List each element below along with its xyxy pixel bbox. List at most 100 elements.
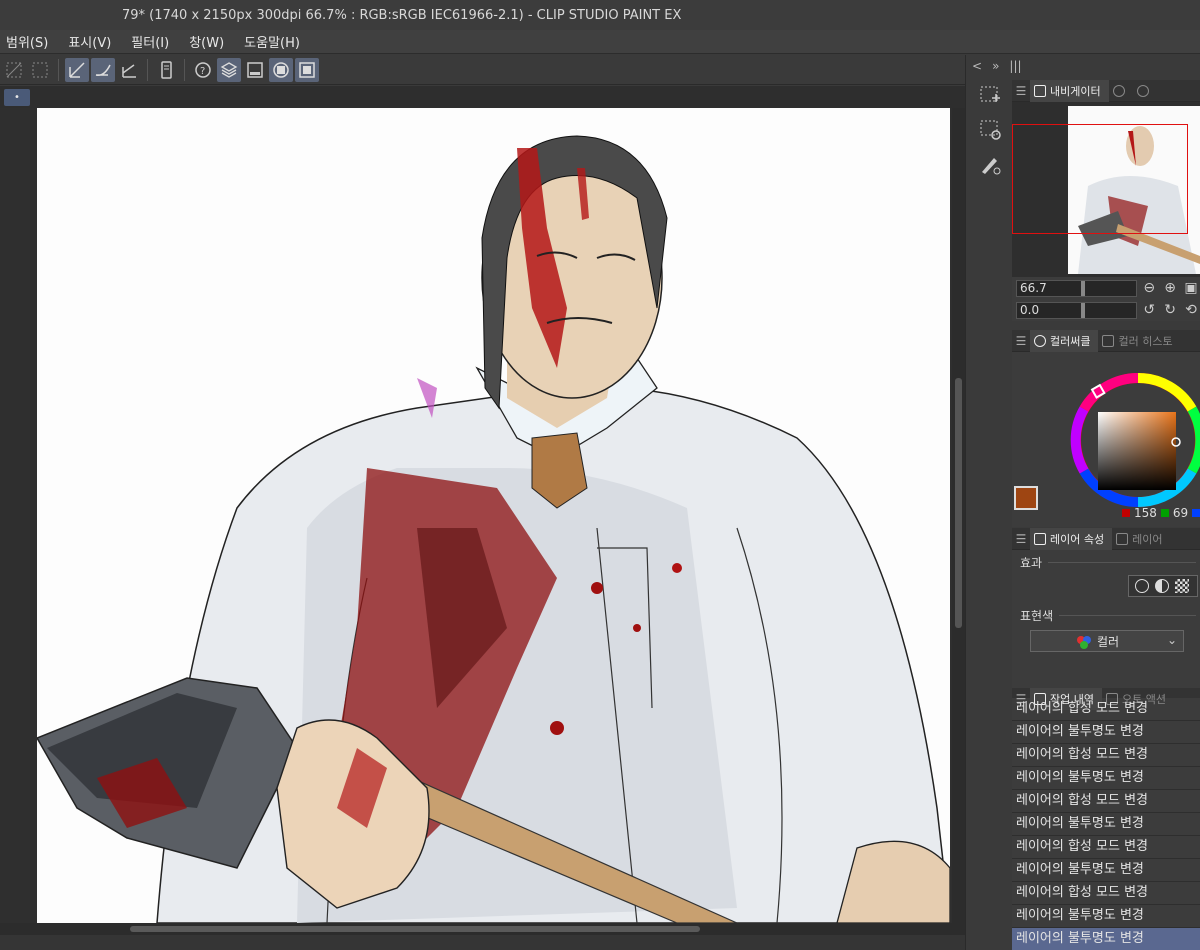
- tab-color-circle-label: 컬러써클: [1050, 334, 1091, 348]
- tab-color-circle[interactable]: 컬러써클: [1030, 329, 1099, 352]
- device-button[interactable]: [154, 58, 178, 82]
- layer-tab-icon: [1116, 532, 1129, 545]
- snap-grid-button[interactable]: [2, 58, 26, 82]
- tab-layer-property[interactable]: 레이어 속성: [1030, 527, 1113, 550]
- fit-window-icon[interactable]: ▣: [1182, 279, 1200, 297]
- menu-window[interactable]: 창(W): [183, 32, 238, 51]
- color-wheel[interactable]: [1012, 352, 1200, 512]
- rotate-slider[interactable]: 0.0: [1016, 301, 1138, 319]
- tab-navigator[interactable]: 내비게이터: [1030, 79, 1109, 102]
- menu-help[interactable]: 도움말(H): [238, 32, 314, 51]
- layer-button[interactable]: [217, 57, 241, 82]
- collapse-panel-button[interactable]: <: [972, 59, 982, 73]
- canvas-artwork[interactable]: [37, 108, 950, 923]
- canvas-tab-strip: •: [0, 86, 965, 108]
- status-bar: [0, 935, 965, 950]
- brush-icon: [982, 158, 1001, 175]
- panel-menu-icon[interactable]: ☰: [1012, 84, 1030, 98]
- layer-property-icon: [1034, 532, 1046, 545]
- snap-special-ruler-button[interactable]: [28, 58, 52, 82]
- menu-bar: 범위(S) 표시(V) 필터(I) 창(W) 도움말(H): [0, 30, 1200, 54]
- history-panel: ☰ 작업 내역 오토 액션 레이어의 합성 모드 변경레이어의 불투명도 변경레…: [1012, 688, 1200, 950]
- expression-color-select[interactable]: 컬러 ⌄: [1030, 630, 1184, 652]
- history-item[interactable]: 레이어의 합성 모드 변경: [1012, 744, 1200, 767]
- history-item[interactable]: 레이어의 불투명도 변경: [1012, 767, 1200, 790]
- effect-label: 효과: [1020, 556, 1043, 570]
- tab-info[interactable]: [1133, 80, 1157, 102]
- snap-grid-icon: [6, 62, 22, 77]
- toolbar-divider: [58, 58, 59, 81]
- selection-settings-icon: [980, 120, 1001, 140]
- selection-settings-button[interactable]: [975, 115, 1005, 145]
- svg-text:?: ?: [200, 66, 205, 77]
- horizontal-scroll-thumb[interactable]: [130, 926, 700, 932]
- square-display-button[interactable]: [295, 57, 319, 82]
- tab-color-history[interactable]: 컬러 히스토: [1098, 330, 1180, 352]
- rotate-left-icon[interactable]: ↺: [1140, 301, 1158, 319]
- ruler-line-button[interactable]: [65, 57, 89, 82]
- extract-line-icon[interactable]: [1155, 579, 1169, 593]
- zoom-in-icon[interactable]: ⊕: [1161, 279, 1179, 297]
- canvas-tab[interactable]: •: [4, 89, 30, 106]
- color-circle-area[interactable]: 158 69: [1012, 352, 1200, 540]
- selection-launcher-button[interactable]: [975, 81, 1005, 111]
- red-indicator-icon: [1122, 509, 1130, 517]
- rotate-slider-knob[interactable]: [1081, 302, 1085, 318]
- menu-filter[interactable]: 필터(I): [125, 32, 183, 51]
- history-item[interactable]: 레이어의 불투명도 변경: [1012, 905, 1200, 928]
- tab-layer-label: 레이어: [1132, 532, 1163, 546]
- zoom-slider[interactable]: 66.7: [1016, 279, 1138, 297]
- image-icon: [247, 61, 263, 78]
- blue-indicator-icon: [1192, 509, 1200, 517]
- navigator-view-frame[interactable]: [1012, 124, 1188, 234]
- navigator-preview[interactable]: [1012, 102, 1200, 277]
- help-icon: ?: [195, 61, 211, 78]
- main-color-swatch[interactable]: [1014, 486, 1038, 510]
- circle-display-button[interactable]: [269, 57, 293, 82]
- history-item[interactable]: 레이어의 불투명도 변경: [1012, 928, 1200, 950]
- reset-rotation-icon[interactable]: ⟲: [1182, 301, 1200, 319]
- device-icon: [161, 60, 172, 79]
- history-item[interactable]: 레이어의 불투명도 변경: [1012, 721, 1200, 744]
- color-circle-panel: ☰ 컬러써클 컬러 히스토 158 69: [1012, 329, 1200, 540]
- expression-section: 표현색: [1012, 603, 1200, 624]
- snap-special-ruler-icon: [32, 62, 48, 77]
- vertical-scrollbar[interactable]: [952, 108, 965, 923]
- layer-icon: [220, 61, 238, 78]
- history-item[interactable]: 레이어의 합성 모드 변경: [1012, 882, 1200, 905]
- color-history-icon: [1102, 334, 1115, 347]
- expression-color-value: 컬러: [1097, 634, 1120, 649]
- history-item[interactable]: 레이어의 합성 모드 변경: [1012, 836, 1200, 859]
- horizontal-scrollbar[interactable]: [0, 923, 965, 935]
- brush-settings-button[interactable]: [975, 149, 1005, 179]
- help-button[interactable]: ?: [191, 58, 215, 82]
- tone-effect-icon[interactable]: [1175, 579, 1189, 593]
- vertical-scroll-thumb[interactable]: [955, 378, 962, 628]
- effect-section: 효과: [1012, 550, 1200, 571]
- expression-color-label: 표현색: [1020, 609, 1054, 623]
- zoom-out-icon[interactable]: ⊖: [1140, 279, 1158, 297]
- history-item[interactable]: 레이어의 합성 모드 변경: [1012, 790, 1200, 813]
- border-effect-icon[interactable]: [1135, 579, 1149, 593]
- zoom-slider-knob[interactable]: [1081, 280, 1085, 296]
- canvas-viewport[interactable]: [0, 108, 952, 923]
- ruler-curve-icon: [95, 64, 111, 76]
- panel-menu-icon[interactable]: ☰: [1012, 334, 1030, 348]
- expand-panel-button[interactable]: »: [992, 59, 999, 73]
- toolbar-divider: [147, 58, 148, 81]
- history-item[interactable]: 레이어의 불투명도 변경: [1012, 813, 1200, 836]
- rotate-right-icon[interactable]: ↻: [1161, 301, 1179, 319]
- selection-launcher-icon: [980, 86, 1000, 102]
- menu-view[interactable]: 표시(V): [62, 32, 125, 51]
- ruler-curve-button[interactable]: [91, 57, 115, 82]
- command-toolbar: ?: [0, 55, 1012, 85]
- tab-layer[interactable]: 레이어: [1112, 528, 1170, 550]
- menu-selection[interactable]: 범위(S): [0, 32, 62, 51]
- panel-grip[interactable]: |||: [1009, 59, 1021, 73]
- circle-display-icon: [273, 61, 289, 78]
- image-button[interactable]: [243, 58, 267, 82]
- history-item[interactable]: 레이어의 불투명도 변경: [1012, 859, 1200, 882]
- tab-sub-view[interactable]: [1109, 80, 1133, 102]
- ruler-perspective-button[interactable]: [117, 58, 141, 82]
- panel-menu-icon[interactable]: ☰: [1012, 532, 1030, 546]
